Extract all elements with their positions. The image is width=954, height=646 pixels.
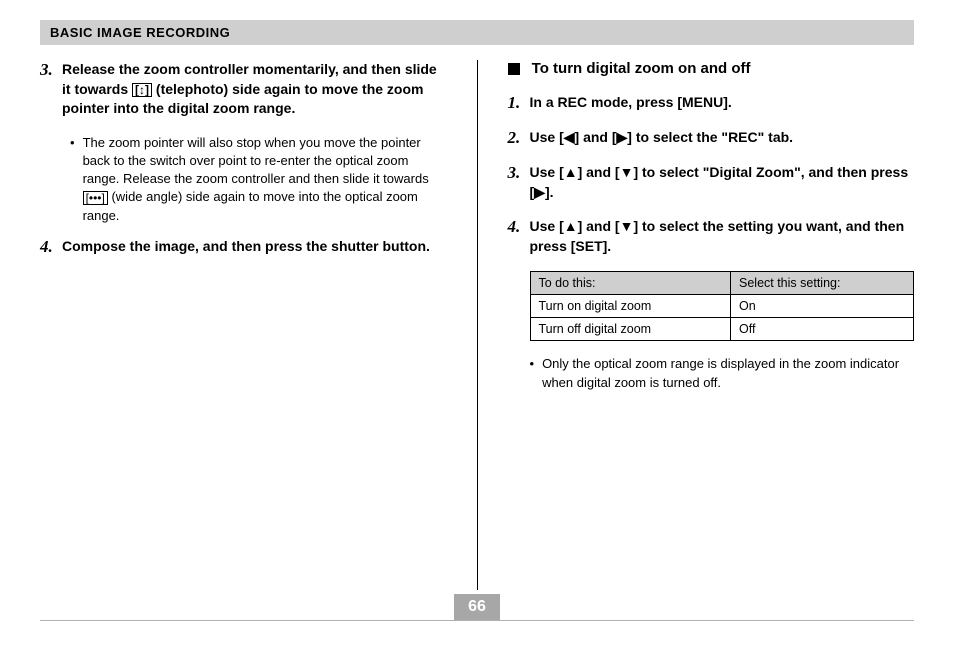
arrow-down-icon: ▼ bbox=[620, 164, 634, 180]
step3-c: ]. bbox=[545, 184, 554, 200]
table-cell: Turn off digital zoom bbox=[530, 318, 731, 341]
arrow-up-icon: ▲ bbox=[564, 164, 578, 180]
table-cell: On bbox=[731, 295, 914, 318]
page-footer: 66 bbox=[40, 594, 914, 621]
step3-a: Use [ bbox=[530, 164, 564, 180]
right-step-1: 1. In a REC mode, press [MENU]. bbox=[508, 93, 915, 113]
square-bullet-icon bbox=[508, 63, 520, 75]
right-step-number-3: 3. bbox=[508, 163, 530, 202]
page-number: 66 bbox=[454, 594, 500, 620]
right-note-bullet: Only the optical zoom range is displayed… bbox=[530, 355, 915, 391]
right-step-number-4: 4. bbox=[508, 217, 530, 256]
right-step-3: 3. Use [▲] and [▼] to select "Digital Zo… bbox=[508, 163, 915, 202]
step4-a: Use [ bbox=[530, 218, 564, 234]
step-3-bullet: The zoom pointer will also stop when you… bbox=[70, 134, 447, 225]
right-step-2: 2. Use [◀] and [▶] to select the "REC" t… bbox=[508, 128, 915, 148]
right-step-3-text: Use [▲] and [▼] to select "Digital Zoom"… bbox=[530, 163, 915, 202]
step4-mid: ] and [ bbox=[578, 218, 620, 234]
settings-table: To do this: Select this setting: Turn on… bbox=[530, 271, 915, 341]
step-3-bullet-a: The zoom pointer will also stop when you… bbox=[83, 135, 429, 186]
document-page: BASIC IMAGE RECORDING 3. Release the zoo… bbox=[0, 0, 954, 646]
step2-b: ] to select the "REC" tab. bbox=[627, 129, 793, 145]
right-step-1-text: In a REC mode, press [MENU]. bbox=[530, 93, 732, 113]
table-cell: Turn on digital zoom bbox=[530, 295, 731, 318]
right-note-text: Only the optical zoom range is displayed… bbox=[542, 355, 914, 391]
table-header-row: To do this: Select this setting: bbox=[530, 272, 914, 295]
section-heading: To turn digital zoom on and off bbox=[508, 60, 915, 77]
arrow-right-icon: ▶ bbox=[617, 129, 628, 145]
right-step-4-text: Use [▲] and [▼] to select the setting yo… bbox=[530, 217, 915, 256]
table-header-2: Select this setting: bbox=[731, 272, 914, 295]
step-3: 3. Release the zoom controller momentari… bbox=[40, 60, 447, 119]
arrow-right-icon: ▶ bbox=[534, 184, 545, 200]
step2-a: Use [ bbox=[530, 129, 564, 145]
step-4-text: Compose the image, and then press the sh… bbox=[62, 237, 430, 257]
step2-mid: ] and [ bbox=[575, 129, 617, 145]
right-step-number-1: 1. bbox=[508, 93, 530, 113]
step-3-bullet-text: The zoom pointer will also stop when you… bbox=[83, 134, 447, 225]
table-header-1: To do this: bbox=[530, 272, 731, 295]
left-column: 3. Release the zoom controller momentari… bbox=[40, 60, 477, 590]
heading-text: To turn digital zoom on and off bbox=[532, 60, 751, 77]
step-3-bullet-b: (wide angle) side again to move into the… bbox=[83, 189, 418, 222]
section-header: BASIC IMAGE RECORDING bbox=[40, 20, 914, 45]
step-3-text: Release the zoom controller momentarily,… bbox=[62, 60, 447, 119]
table-row: Turn on digital zoom On bbox=[530, 295, 914, 318]
footer-rule bbox=[40, 620, 914, 621]
step-number-4: 4. bbox=[40, 237, 62, 257]
right-step-number-2: 2. bbox=[508, 128, 530, 148]
arrow-up-icon: ▲ bbox=[564, 218, 578, 234]
table-cell: Off bbox=[731, 318, 914, 341]
arrow-down-icon: ▼ bbox=[620, 218, 634, 234]
wide-angle-icon: [•••] bbox=[83, 191, 108, 205]
telephoto-icon: [↕] bbox=[132, 83, 152, 97]
step-number-3: 3. bbox=[40, 60, 62, 119]
step3-mid: ] and [ bbox=[578, 164, 620, 180]
arrow-left-icon: ◀ bbox=[564, 129, 575, 145]
right-step-2-text: Use [◀] and [▶] to select the "REC" tab. bbox=[530, 128, 794, 148]
table-row: Turn off digital zoom Off bbox=[530, 318, 914, 341]
content-columns: 3. Release the zoom controller momentari… bbox=[40, 60, 914, 590]
step-4: 4. Compose the image, and then press the… bbox=[40, 237, 447, 257]
right-step-4: 4. Use [▲] and [▼] to select the setting… bbox=[508, 217, 915, 256]
right-column: To turn digital zoom on and off 1. In a … bbox=[478, 60, 915, 590]
